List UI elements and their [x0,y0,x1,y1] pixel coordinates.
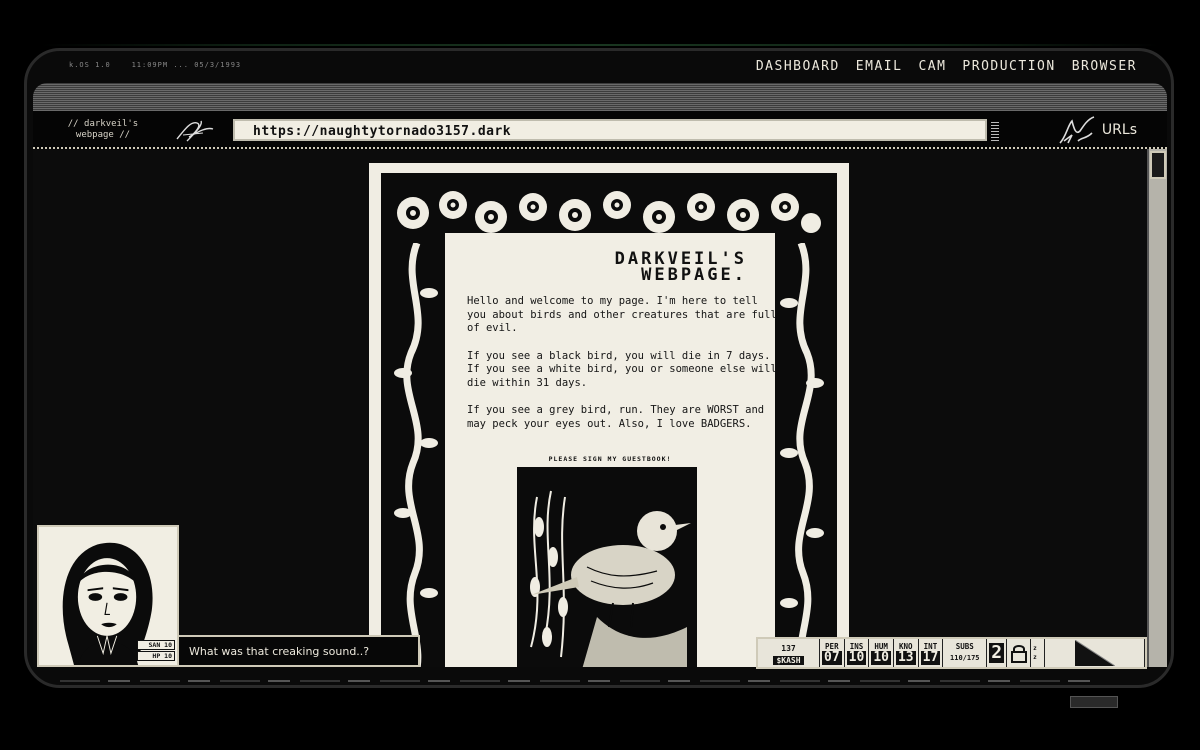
per-value: 07 [822,649,842,665]
padlock-icon [1010,645,1027,663]
top-nav: DASHBOARD EMAIL CAM PRODUCTION BROWSER [756,59,1137,74]
darkveil-webpage: DARKVEIL'S WEBPAGE. Hello and welcome to… [369,163,849,667]
window-titlebar [33,83,1167,111]
nav-browser[interactable]: BROWSER [1072,59,1137,74]
int-stat: INT 17 [919,639,944,667]
intro-text: Hello and welcome to my page. I'm here t… [467,295,777,445]
monitor-frame: k.OS 1.0 11:09PM ... 05/3/1993 DASHBOARD… [24,48,1174,688]
ins-stat: INS 10 [845,639,870,667]
urls-button[interactable]: URLs [1058,115,1137,145]
signature-icon [176,120,214,142]
sanity-stat: SAN 10 [137,640,175,650]
level-value: 2 [989,642,1005,663]
ins-value: 10 [846,649,867,665]
date: 05/3/1993 [194,61,242,69]
url-input[interactable]: https://naughtytornado3157.dark [233,119,987,141]
kno-value: 13 [895,649,916,665]
browser-viewport: DARKVEIL'S WEBPAGE. Hello and welcome to… [33,149,1147,667]
os-label: k.OS 1.0 [69,61,111,69]
signal-icon [1045,639,1145,667]
money-stat: 137 $KASH [758,639,820,667]
nav-production[interactable]: PRODUCTION [962,59,1055,74]
address-bar: // darkveil's webpage // https://naughty… [33,111,1167,149]
url-grip-icon [991,121,999,141]
page-title: DARKVEIL'S WEBPAGE. [615,251,747,285]
money-value: 137 [779,641,798,656]
status-separator: ... [173,61,189,69]
monitor-glow [40,44,1160,46]
hum-value: 10 [871,649,891,665]
scrollbar-thumb[interactable] [1150,151,1166,179]
clock: 11:09PM [131,61,169,69]
intro-paragraph-2: If you see a black bird, you will die in… [467,349,777,389]
nav-email[interactable]: EMAIL [856,59,903,74]
power-button[interactable] [1070,696,1118,708]
hum-stat: HUM 10 [869,639,894,667]
bird-illustration [517,467,697,667]
nav-dashboard[interactable]: DASHBOARD [756,59,840,74]
per-stat: PER 07 [820,639,845,667]
system-status: k.OS 1.0 11:09PM ... 05/3/1993 [69,61,241,69]
sleep-icon: z z [1031,639,1046,667]
intro-paragraph-3: If you see a grey bird, run. They are WO… [467,404,765,430]
guestbook-link[interactable]: PLEASE SIGN MY GUESTBOOK! [445,455,775,463]
right-vine-decoration [775,243,827,667]
content-panel: DARKVEIL'S WEBPAGE. Hello and welcome to… [445,233,777,667]
site-name: // darkveil's webpage // [67,119,139,140]
urls-label: URLs [1101,122,1137,138]
stats-bar: 137 $KASH PER 07 INS 10 HUM 10 KNO 13 IN… [756,637,1147,669]
level-stat: 2 [987,639,1008,667]
vitals-tag: SAN 10 HP 10 [137,639,175,661]
dialogue-box: What was that creaking sound..? [177,635,420,667]
left-vine-decoration [391,243,443,667]
health-stat: HP 10 [137,651,175,661]
urls-icon [1059,116,1095,144]
monitor-base-detail [60,680,1100,682]
title-line-2: WEBPAGE. [641,265,747,285]
subs-value: 110/175 [950,653,980,662]
subs-label: SUBS [955,641,974,651]
money-label: $KASH [773,655,804,665]
nav-cam[interactable]: CAM [918,59,946,74]
int-value: 17 [920,649,941,665]
kno-stat: KNO 13 [894,639,919,667]
vertical-scrollbar[interactable] [1147,149,1167,667]
subs-stat: SUBS 110/175 [943,639,988,667]
lock-icon[interactable] [1007,639,1032,667]
character-portrait: SAN 10 HP 10 [37,525,179,667]
intro-paragraph-1: Hello and welcome to my page. I'm here t… [467,295,777,334]
